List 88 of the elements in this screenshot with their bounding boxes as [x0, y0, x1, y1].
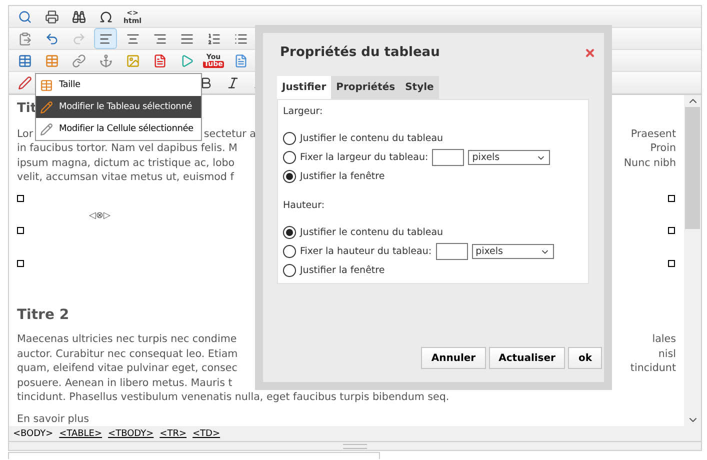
- italic-icon: [226, 76, 240, 90]
- path-link[interactable]: <TD>: [192, 428, 220, 438]
- text-fragment: Maecenas ultricies nec turpis nec condime: [17, 332, 237, 346]
- move-handle-icon[interactable]: ◁⊗▷: [89, 208, 110, 223]
- text-fragment: posuere. Aenean in libero metus. Mauris t: [17, 376, 232, 390]
- heading: Tit: [17, 102, 37, 116]
- numbered-list-icon: [206, 32, 220, 46]
- table-icon: [18, 54, 32, 68]
- option-label: Justifier le contenu du tableau: [300, 133, 444, 144]
- input-field[interactable]: [432, 149, 464, 166]
- resize-handle[interactable]: [668, 260, 675, 266]
- tab[interactable]: Propriétés: [331, 76, 400, 99]
- align-left-icon: [98, 32, 112, 46]
- group-label: Hauteur:: [283, 200, 326, 211]
- text-fragment: Proin: [650, 141, 676, 156]
- radio-button[interactable]: [283, 226, 296, 239]
- menu-item[interactable]: Modifier le Tableau sélectionné: [36, 96, 201, 118]
- image-icon: [126, 54, 140, 68]
- text-fragment: velit, accumsan vitae metus ut, euismod f: [17, 170, 234, 184]
- play-icon: [180, 54, 194, 68]
- dialog-button[interactable]: Actualiser: [488, 347, 566, 369]
- binoculars-icon: [72, 10, 86, 24]
- resize-handle[interactable]: [17, 260, 24, 266]
- path-link[interactable]: <TBODY>: [108, 428, 154, 438]
- path-link[interactable]: <TR>: [160, 428, 187, 438]
- dialog-button[interactable]: Annuler: [421, 347, 486, 369]
- resize-handle[interactable]: [668, 226, 675, 234]
- text-fragment: lales: [652, 332, 676, 346]
- path-link[interactable]: <TABLE>: [59, 428, 102, 438]
- omega-icon: [98, 10, 112, 24]
- heading: Titre 2: [17, 308, 70, 322]
- flash-file-icon: [152, 54, 166, 68]
- option-label: Fixer la largeur du tableau:: [300, 152, 428, 163]
- tab[interactable]: Justifier: [277, 76, 332, 99]
- resize-handle[interactable]: [17, 226, 24, 234]
- text-fragment: in faucibus tortor. Nam vel dapibus felis. M: [17, 141, 238, 156]
- table-pencil-icon: [40, 100, 53, 114]
- table-pencil-icon: [44, 54, 58, 68]
- text-fragment: ipsum magna, dictum ac tristique ac, lobo: [17, 156, 235, 170]
- text-fragment: tincidunt: [630, 361, 676, 376]
- redo-icon: [72, 32, 86, 46]
- text-fragment: Praesent: [630, 126, 676, 141]
- align-center-icon: [126, 32, 140, 46]
- undo-icon: [44, 32, 58, 46]
- tab[interactable]: Style: [400, 76, 439, 99]
- text-fragment: Nunc nibh: [624, 156, 676, 170]
- align-left-button[interactable]: [94, 28, 117, 49]
- cell-pencil-icon: [40, 122, 53, 136]
- chain-link-icon: [72, 54, 86, 68]
- path-link[interactable]: <BODY>: [13, 428, 54, 438]
- radio-button[interactable]: [283, 170, 296, 183]
- radio-button[interactable]: [283, 245, 296, 258]
- text-fragment: auctor. Curabitur nec consequat leo. Etiam: [17, 346, 238, 361]
- scrollbar[interactable]: [684, 95, 701, 426]
- text-fragment: tincidunt. Phasellus vestibulum venenatis nulla, eget faucibus turpis bibendum seq.: [17, 390, 450, 404]
- group-label: Largeur:: [283, 106, 324, 117]
- grid-icon: [40, 78, 53, 92]
- resize-grip[interactable]: [343, 444, 367, 448]
- option-label: Justifier la fenêtre: [300, 265, 385, 276]
- radio-button[interactable]: [283, 264, 296, 277]
- resize-handle[interactable]: [668, 194, 675, 202]
- align-right-icon: [152, 32, 166, 46]
- option-label: Justifier la fenêtre: [300, 171, 385, 182]
- unit-dropdown[interactable]: pixels: [468, 150, 550, 165]
- option-label: Justifier le contenu du tableau: [300, 227, 444, 238]
- search-icon: [18, 10, 32, 24]
- text-fragment: sectetur a: [204, 126, 256, 141]
- document-icon: [234, 54, 248, 68]
- unit-dropdown[interactable]: pixels: [472, 244, 554, 259]
- dialog-title: Propriétés du tableau: [280, 45, 440, 60]
- text-fragment: quam, eleifend vitae pulvinar eget, consec: [17, 361, 238, 376]
- option-label: Fixer la hauteur du tableau:: [300, 246, 432, 257]
- text-fragment: Lor: [17, 126, 34, 141]
- anchor-icon: [98, 54, 112, 68]
- justify-icon: [180, 32, 194, 46]
- printer-icon: [44, 10, 58, 24]
- text-fragment: nisl: [658, 346, 676, 361]
- scroll-thumb[interactable]: [685, 107, 700, 229]
- paragraph: En savoir plus: [17, 412, 90, 426]
- resize-handle[interactable]: [17, 194, 24, 202]
- radio-button[interactable]: [283, 151, 296, 164]
- close-icon[interactable]: [584, 46, 596, 58]
- bullet-list-icon: [234, 32, 248, 46]
- clipboard-icon: [18, 32, 32, 46]
- dialog-button[interactable]: ok: [568, 347, 602, 369]
- pen-icon: [18, 76, 32, 90]
- radio-button[interactable]: [283, 132, 296, 145]
- input-field[interactable]: [436, 243, 468, 260]
